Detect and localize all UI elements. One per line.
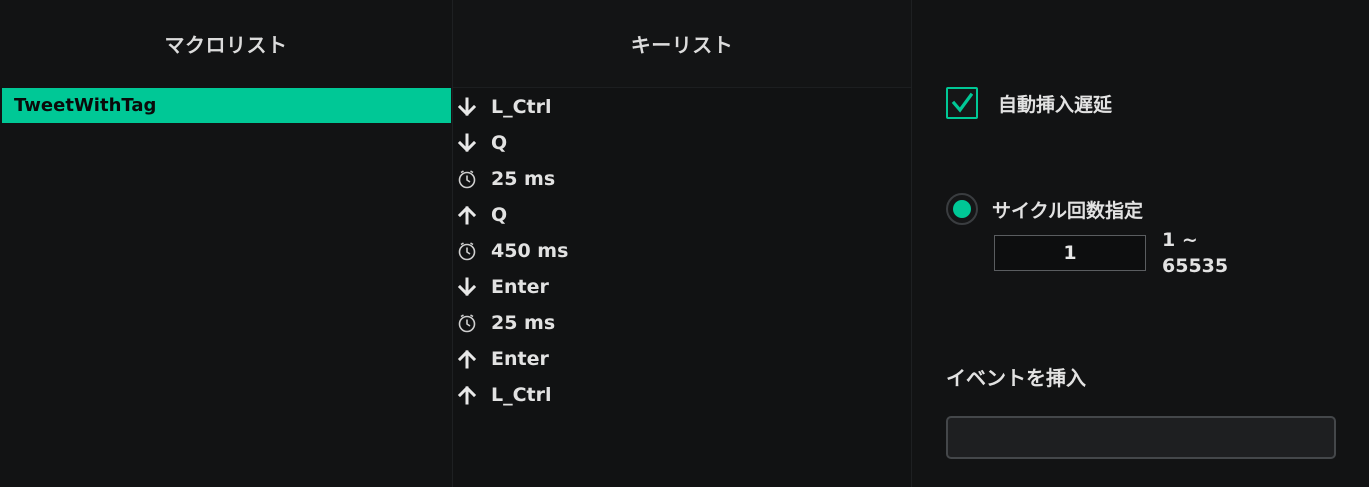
cycle-count-label: サイクル回数指定: [992, 199, 1144, 222]
key-list-item-label: Enter: [491, 276, 549, 298]
cycle-count-radio[interactable]: [946, 193, 978, 225]
key-list-item[interactable]: 25 ms: [453, 305, 911, 341]
key-list-item[interactable]: Q: [453, 197, 911, 233]
key-list-item[interactable]: Enter: [453, 341, 911, 377]
insert-event-title: イベントを挿入: [946, 366, 1086, 390]
key-list-item[interactable]: Q: [453, 125, 911, 161]
macro-list-panel: マクロリスト TweetWithTag: [0, 0, 453, 487]
key-list-item-label: Enter: [491, 348, 549, 370]
key-list-item-label: 25 ms: [491, 312, 556, 334]
cycle-range-min: 1 ~: [1162, 229, 1198, 251]
arrow-up-icon: [457, 205, 477, 225]
key-list-item[interactable]: Enter: [453, 269, 911, 305]
cycle-count-option[interactable]: サイクル回数指定: [946, 193, 1143, 225]
key-list-panel: キーリスト L_Ctrl Q 25 ms Q 450 ms Enter 25 ms Enter…: [453, 0, 912, 487]
cycle-range-text: 1 ~ 65535: [1162, 227, 1228, 279]
key-list: L_Ctrl Q 25 ms Q 450 ms Enter 25 ms Enter L_Ctrl: [453, 89, 911, 413]
key-list-item[interactable]: L_Ctrl: [453, 377, 911, 413]
auto-delay-option[interactable]: 自動挿入遅延: [946, 87, 1112, 119]
cycle-range-max: 65535: [1162, 255, 1229, 277]
auto-delay-checkbox[interactable]: [946, 87, 978, 119]
key-list-item-label: L_Ctrl: [491, 96, 552, 118]
arrow-down-icon: [457, 97, 477, 117]
arrow-up-icon: [457, 349, 477, 369]
cycle-count-input[interactable]: [994, 235, 1146, 271]
radio-selected-dot: [953, 200, 971, 218]
clock-icon: [457, 313, 477, 333]
arrow-up-icon: [457, 385, 477, 405]
key-list-item-label: Q: [491, 132, 508, 154]
key-list-item[interactable]: L_Ctrl: [453, 89, 911, 125]
key-list-item-label: 450 ms: [491, 240, 569, 262]
checkmark-icon: [951, 92, 973, 113]
key-list-item[interactable]: 25 ms: [453, 161, 911, 197]
arrow-down-icon: [457, 277, 477, 297]
key-list-item-label: 25 ms: [491, 168, 556, 190]
key-list-item-label: L_Ctrl: [491, 384, 552, 406]
key-list-item-label: Q: [491, 204, 508, 226]
key-list-item[interactable]: 450 ms: [453, 233, 911, 269]
settings-panel: 自動挿入遅延 サイクル回数指定 1 ~ 65535 イベントを挿入: [912, 0, 1369, 487]
macro-list-item[interactable]: TweetWithTag: [2, 88, 451, 123]
macro-list-header: マクロリスト: [0, 0, 452, 87]
auto-delay-label: 自動挿入遅延: [998, 93, 1113, 116]
arrow-down-icon: [457, 133, 477, 153]
insert-event-dropdown[interactable]: [946, 416, 1336, 459]
clock-icon: [457, 241, 477, 261]
key-list-header: キーリスト: [453, 0, 911, 88]
clock-icon: [457, 169, 477, 189]
